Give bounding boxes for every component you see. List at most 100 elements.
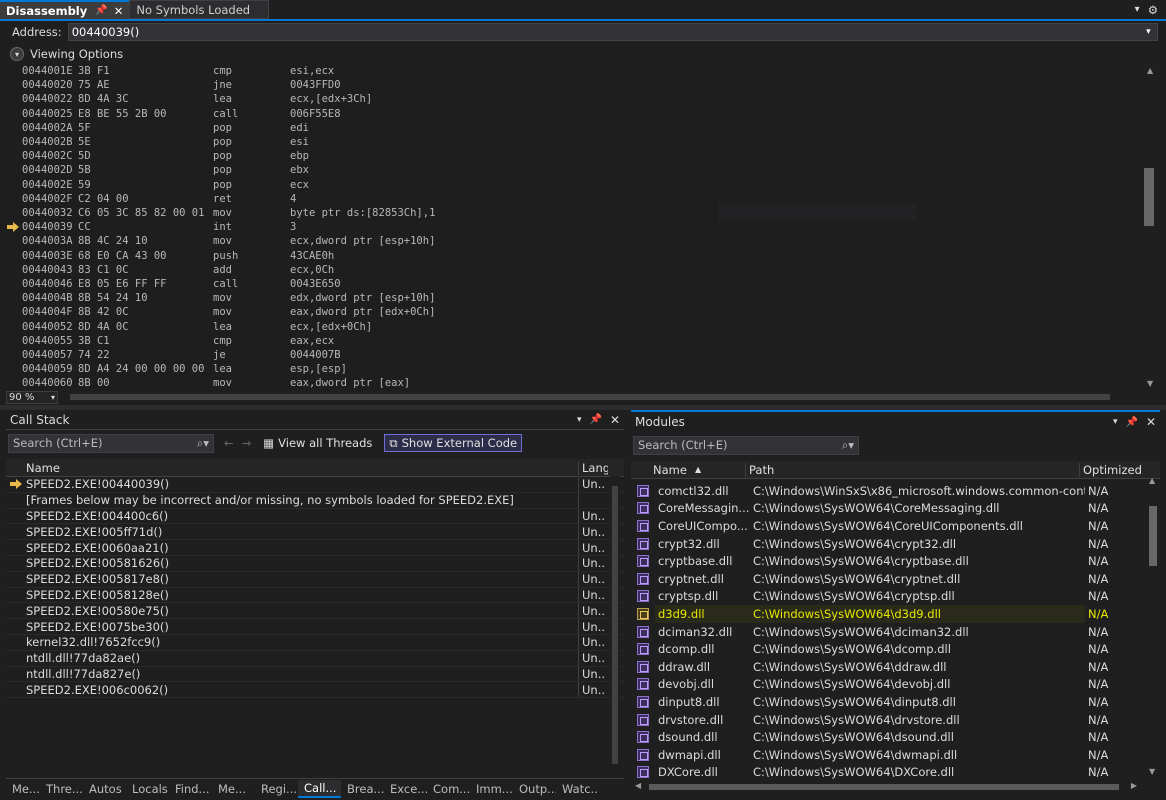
module-icon bbox=[637, 555, 649, 568]
call-stack-row[interactable]: ntdll.dll!77da82ae() Un... bbox=[6, 650, 624, 667]
call-stack-vertical-scrollbar[interactable] bbox=[610, 476, 620, 776]
address-input[interactable]: 00440039() ▾ bbox=[67, 23, 1158, 41]
search-icon[interactable]: ⌕▾ bbox=[197, 436, 209, 451]
module-row[interactable]: cryptsp.dll C:\Windows\SysWOW64\cryptsp.d… bbox=[631, 588, 1160, 606]
zoom-dropdown-icon[interactable]: ▾ bbox=[51, 393, 55, 402]
module-row[interactable]: dciman32.dll C:\Windows\SysWOW64\dciman32… bbox=[631, 623, 1160, 641]
module-row[interactable]: crypt32.dll C:\Windows\SysWOW64\crypt32.d… bbox=[631, 535, 1160, 553]
back-arrow-icon[interactable]: ← bbox=[224, 436, 234, 450]
module-row[interactable]: dinput8.dll C:\Windows\SysWOW64\dinput8.d… bbox=[631, 693, 1160, 711]
module-row[interactable]: ddraw.dll C:\Windows\SysWOW64\ddraw.dll N/… bbox=[631, 658, 1160, 676]
module-path: C:\Windows\SysWOW64\dcomp.dll bbox=[753, 642, 951, 657]
module-row[interactable]: CoreUICompo... C:\Windows\SysWOW64\CoreUI… bbox=[631, 517, 1160, 535]
call-stack-row[interactable]: SPEED2.EXE!004400c6() Un... bbox=[6, 508, 624, 525]
tool-window-tab[interactable]: Outp... bbox=[513, 780, 556, 798]
modules-vertical-scrollbar[interactable]: ▲ ▼ bbox=[1146, 476, 1160, 776]
column-language[interactable]: Lang bbox=[578, 460, 608, 475]
call-stack-row[interactable]: SPEED2.EXE!00580e75() Un... bbox=[6, 603, 624, 620]
close-icon[interactable]: ✕ bbox=[114, 4, 124, 18]
module-name: d3d9.dll bbox=[655, 605, 750, 623]
instruction-mnemonic: mov bbox=[213, 306, 232, 319]
tool-window-tab[interactable]: Brea... bbox=[341, 780, 384, 798]
modules-horizontal-scrollbar[interactable]: ◀ ▶ bbox=[631, 781, 1141, 793]
settings-gear-icon[interactable]: ⚙ bbox=[1148, 3, 1158, 17]
tool-window-tab[interactable]: Me... bbox=[6, 780, 40, 798]
expand-chevron-icon[interactable]: ▾ bbox=[10, 47, 24, 61]
call-stack-row[interactable]: SPEED2.EXE!005ff71d() Un... bbox=[6, 524, 624, 541]
scroll-left-icon[interactable]: ◀ bbox=[635, 781, 641, 790]
modules-scroll-thumb[interactable] bbox=[1149, 506, 1157, 566]
module-row[interactable]: cryptbase.dll C:\Windows\SysWOW64\cryptba… bbox=[631, 552, 1160, 570]
search-icon[interactable]: ⌕▾ bbox=[842, 438, 854, 453]
tool-window-tab[interactable]: Me... bbox=[212, 780, 255, 798]
tool-window-tab[interactable]: Call... bbox=[298, 779, 341, 798]
instruction-bytes: 74 22 bbox=[78, 349, 110, 361]
call-stack-row[interactable]: SPEED2.EXE!0058128e() Un... bbox=[6, 587, 624, 604]
scroll-down-icon[interactable]: ▼ bbox=[1147, 379, 1153, 388]
scroll-down-icon[interactable]: ▼ bbox=[1149, 767, 1155, 776]
column-name[interactable]: Name bbox=[26, 461, 578, 475]
tool-window-tab[interactable]: Find... bbox=[169, 780, 212, 798]
module-row[interactable]: dsound.dll C:\Windows\SysWOW64\dsound.dll… bbox=[631, 728, 1160, 746]
modules-search-input[interactable]: Search (Ctrl+E) ⌕▾ bbox=[633, 435, 859, 455]
call-stack-row[interactable]: SPEED2.EXE!005817e8() Un... bbox=[6, 571, 624, 588]
call-stack-scroll-thumb[interactable] bbox=[612, 486, 618, 764]
call-stack-row[interactable]: SPEED2.EXE!00581626() Un... bbox=[6, 555, 624, 572]
close-icon[interactable]: ✕ bbox=[1146, 415, 1156, 429]
tool-window-tab[interactable]: Watc... bbox=[556, 780, 599, 798]
close-icon[interactable]: ✕ bbox=[610, 413, 620, 427]
call-stack-row[interactable]: SPEED2.EXE!006c0062() Un... bbox=[6, 682, 624, 699]
address-dropdown-icon[interactable]: ▾ bbox=[1146, 27, 1151, 37]
module-row[interactable]: comctl32.dll C:\Windows\WinSxS\x86_micros… bbox=[631, 482, 1160, 500]
disassembly-hscroll-thumb[interactable] bbox=[70, 394, 1110, 400]
pin-icon[interactable]: 📌 bbox=[589, 414, 601, 425]
pin-icon[interactable]: 📌 bbox=[95, 5, 107, 16]
instruction-operands: esi bbox=[290, 136, 309, 148]
scroll-up-icon[interactable]: ▲ bbox=[1149, 476, 1155, 485]
tool-window-tab[interactable]: Exce... bbox=[384, 780, 427, 798]
module-row[interactable]: devobj.dll C:\Windows\SysWOW64\devobj.dll… bbox=[631, 676, 1160, 694]
pane-options-icon[interactable]: ▾ bbox=[1113, 417, 1118, 427]
modules-hscroll-thumb[interactable] bbox=[649, 784, 1119, 790]
module-row[interactable]: drvstore.dll C:\Windows\SysWOW64\drvstore… bbox=[631, 711, 1160, 729]
pin-icon[interactable]: 📌 bbox=[1125, 417, 1137, 428]
forward-arrow-icon[interactable]: → bbox=[242, 436, 252, 450]
tool-window-tab[interactable]: Locals bbox=[126, 780, 169, 798]
call-stack-column-header: Name Lang bbox=[6, 459, 624, 477]
tool-window-tab[interactable]: Regi... bbox=[255, 780, 298, 798]
view-all-threads-button[interactable]: ▦ View all Threads bbox=[259, 434, 376, 452]
scroll-up-icon[interactable]: ▲ bbox=[1147, 66, 1153, 75]
tab-disassembly[interactable]: Disassembly 📌 ✕ bbox=[0, 0, 130, 19]
tool-window-tab[interactable]: Autos bbox=[83, 780, 126, 798]
module-row[interactable]: dcomp.dll C:\Windows\SysWOW64\dcomp.dll N/… bbox=[631, 640, 1160, 658]
column-name[interactable]: Name ▲ bbox=[653, 463, 745, 477]
call-stack-row[interactable]: SPEED2.EXE!00440039() Un... bbox=[6, 477, 624, 493]
disassembly-view[interactable]: 0044001E 3B F1 cmp esi,ecx 00440020 75 AE jne 0… bbox=[0, 64, 1144, 390]
module-icon bbox=[637, 695, 649, 708]
call-stack-row[interactable]: SPEED2.EXE!0060aa21() Un... bbox=[6, 540, 624, 556]
call-stack-row[interactable]: ntdll.dll!77da827e() Un... bbox=[6, 666, 624, 683]
column-path[interactable]: Path bbox=[745, 462, 1079, 477]
call-stack-row[interactable]: SPEED2.EXE!0075be30() Un... bbox=[6, 619, 624, 635]
module-row[interactable]: DXCore.dll C:\Windows\SysWOW64\DXCore.dll… bbox=[631, 764, 1160, 782]
disassembly-vertical-scrollbar[interactable]: ▲ ▼ bbox=[1144, 64, 1158, 390]
tool-window-tab[interactable]: Imm... bbox=[470, 780, 513, 798]
tab-no-symbols-loaded[interactable]: No Symbols Loaded bbox=[129, 0, 270, 19]
pane-options-icon[interactable]: ▾ bbox=[577, 415, 582, 425]
module-row[interactable]: dwmapi.dll C:\Windows\SysWOW64\dwmapi.dll… bbox=[631, 746, 1160, 764]
call-stack-search-input[interactable]: Search (Ctrl+E) ⌕▾ bbox=[8, 433, 214, 453]
disassembly-scroll-thumb[interactable] bbox=[1144, 168, 1154, 226]
tool-window-tab[interactable]: Thre... bbox=[40, 780, 83, 798]
show-external-code-button[interactable]: ⧉ Show External Code bbox=[384, 434, 523, 452]
module-row[interactable]: cryptnet.dll C:\Windows\SysWOW64\cryptnet… bbox=[631, 570, 1160, 588]
zoom-level-select[interactable]: 90 % ▾ bbox=[6, 390, 58, 404]
module-row[interactable]: d3d9.dll C:\Windows\SysWOW64\d3d9.dll N/A bbox=[631, 605, 1160, 623]
call-stack-row[interactable]: [Frames below may be incorrect and/or mi… bbox=[6, 492, 624, 509]
scroll-right-icon[interactable]: ▶ bbox=[1131, 781, 1137, 790]
chevron-down-icon[interactable]: ▾ bbox=[1135, 4, 1140, 15]
tool-window-tab[interactable]: Com... bbox=[427, 780, 470, 798]
call-stack-row[interactable]: kernel32.dll!7652fcc9() Un... bbox=[6, 634, 624, 651]
viewing-options-toggle[interactable]: ▾ Viewing Options bbox=[0, 44, 123, 64]
column-optimized[interactable]: Optimized bbox=[1079, 462, 1149, 477]
module-row[interactable]: CoreMessagin... C:\Windows\SysWOW64\CoreM… bbox=[631, 500, 1160, 518]
